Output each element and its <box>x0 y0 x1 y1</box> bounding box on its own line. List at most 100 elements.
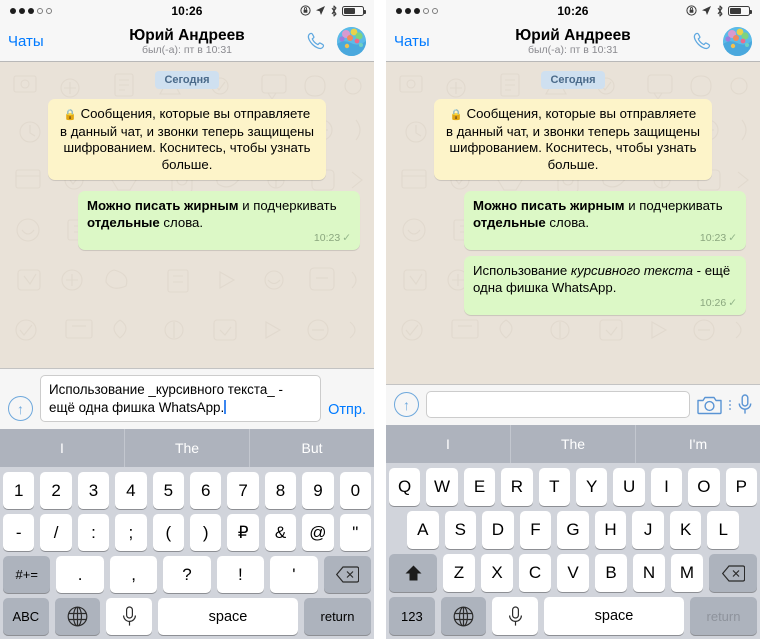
return-key[interactable]: return <box>690 597 757 635</box>
key[interactable]: ' <box>270 556 318 593</box>
key[interactable]: T <box>538 468 570 506</box>
space-key[interactable]: space <box>543 597 685 635</box>
numeric-switch-key[interactable]: 123 <box>389 597 435 635</box>
key[interactable]: 1 <box>2 472 35 509</box>
key[interactable]: W <box>426 468 458 506</box>
encryption-notice-bubble[interactable]: 🔒 Сообщения, которые вы отправляете в да… <box>434 99 712 180</box>
key[interactable]: ; <box>115 514 147 551</box>
attach-up-arrow-icon[interactable]: ↑ <box>394 392 419 417</box>
input-action-icons <box>697 394 752 415</box>
attach-up-arrow-icon[interactable]: ↑ <box>8 396 33 421</box>
key[interactable]: H <box>594 511 627 549</box>
key[interactable]: ? <box>163 556 211 593</box>
phone-icon[interactable] <box>305 30 328 53</box>
lock-icon: 🔒 <box>449 109 463 121</box>
key[interactable]: , <box>109 556 158 593</box>
key[interactable]: N <box>633 554 665 592</box>
key[interactable]: 5 <box>152 472 184 509</box>
key[interactable]: / <box>40 514 72 551</box>
key[interactable]: ( <box>152 514 184 551</box>
key[interactable]: G <box>557 511 589 549</box>
microphone-icon[interactable] <box>738 394 752 415</box>
key[interactable]: ! <box>216 556 265 593</box>
key[interactable]: D <box>482 511 514 549</box>
key[interactable]: 0 <box>339 472 372 509</box>
key[interactable]: : <box>77 514 110 551</box>
camera-icon[interactable] <box>697 395 722 415</box>
lock-icon: 🔒 <box>63 109 77 121</box>
chat-message-area: Сегодня 🔒 Сообщения, которые вы отправля… <box>0 62 374 368</box>
key[interactable]: P <box>725 468 758 506</box>
key[interactable]: C <box>519 554 551 592</box>
key[interactable]: U <box>613 468 645 506</box>
key[interactable]: O <box>688 468 720 506</box>
key[interactable]: ₽ <box>227 514 259 551</box>
suggestion-item[interactable]: I <box>386 425 511 463</box>
space-key[interactable]: space <box>157 598 299 635</box>
key[interactable]: Q <box>388 468 421 506</box>
key[interactable]: R <box>501 468 533 506</box>
key[interactable]: A <box>406 511 439 549</box>
key[interactable]: 3 <box>77 472 110 509</box>
key[interactable]: @ <box>302 514 334 551</box>
send-button[interactable]: Отпр. <box>328 402 366 418</box>
microphone-icon[interactable] <box>492 597 538 635</box>
message-input-field[interactable]: Использование _курсивного текста_ - ещё … <box>40 375 322 422</box>
key[interactable]: B <box>595 554 627 592</box>
microphone-icon[interactable] <box>106 598 152 635</box>
globe-icon[interactable] <box>54 598 101 635</box>
more-options-icon[interactable] <box>729 399 731 410</box>
key[interactable]: 4 <box>115 472 147 509</box>
key[interactable]: J <box>632 511 664 549</box>
message-input-field[interactable] <box>426 391 690 418</box>
contact-avatar[interactable] <box>337 26 366 56</box>
message-bubble-outgoing[interactable]: Можно писать жирным и подчеркивать отдел… <box>464 191 746 250</box>
suggestion-item[interactable]: The <box>125 429 250 467</box>
key[interactable]: Z <box>443 554 475 592</box>
keyboard-row-bottom: ABC space return <box>0 593 374 635</box>
key[interactable]: - <box>2 514 35 551</box>
suggestion-item[interactable]: I <box>0 429 125 467</box>
suggestion-item[interactable]: I'm <box>636 425 760 463</box>
key[interactable]: K <box>669 511 702 549</box>
key[interactable]: . <box>56 556 104 593</box>
shift-icon[interactable] <box>389 554 437 592</box>
key[interactable]: M <box>671 554 703 592</box>
key[interactable]: 6 <box>190 472 222 509</box>
phone-icon[interactable] <box>691 30 714 53</box>
back-to-chats-button[interactable]: Чаты <box>8 33 44 50</box>
key[interactable]: X <box>481 554 513 592</box>
chat-inner: Сегодня 🔒 Сообщения, которые вы отправля… <box>386 62 760 315</box>
backspace-icon[interactable] <box>709 554 757 592</box>
message-input-bar: ↑ Использование _курсивного текста_ - ещ… <box>0 368 374 429</box>
nav-actions <box>691 26 752 56</box>
back-to-chats-button[interactable]: Чаты <box>394 33 430 50</box>
key[interactable]: L <box>707 511 740 549</box>
encryption-notice-bubble[interactable]: 🔒 Сообщения, которые вы отправляете в да… <box>48 99 326 180</box>
key[interactable]: V <box>557 554 589 592</box>
key[interactable]: S <box>444 511 477 549</box>
suggestion-item[interactable]: The <box>511 425 636 463</box>
key[interactable]: 8 <box>264 472 297 509</box>
backspace-icon[interactable] <box>323 556 371 593</box>
key[interactable]: F <box>519 511 552 549</box>
key[interactable]: E <box>463 468 496 506</box>
suggestion-item[interactable]: But <box>250 429 374 467</box>
key[interactable]: ) <box>190 514 222 551</box>
key[interactable]: I <box>650 468 683 506</box>
symbol-switch-key[interactable]: #+= <box>3 556 51 593</box>
contact-avatar[interactable] <box>723 26 752 56</box>
key[interactable]: 7 <box>227 472 259 509</box>
text-run-normal: Использование <box>473 263 571 278</box>
nav-actions <box>305 26 366 56</box>
key[interactable]: " <box>339 514 372 551</box>
message-bubble-outgoing[interactable]: Можно писать жирным и подчеркивать отдел… <box>78 191 360 250</box>
message-bubble-outgoing[interactable]: Использование курсивного текста - ещё од… <box>464 256 746 315</box>
key[interactable]: Y <box>576 468 608 506</box>
alpha-switch-key[interactable]: ABC <box>3 598 49 635</box>
key[interactable]: & <box>264 514 297 551</box>
key[interactable]: 9 <box>302 472 334 509</box>
key[interactable]: 2 <box>40 472 72 509</box>
return-key[interactable]: return <box>304 598 371 635</box>
globe-icon[interactable] <box>440 597 487 635</box>
